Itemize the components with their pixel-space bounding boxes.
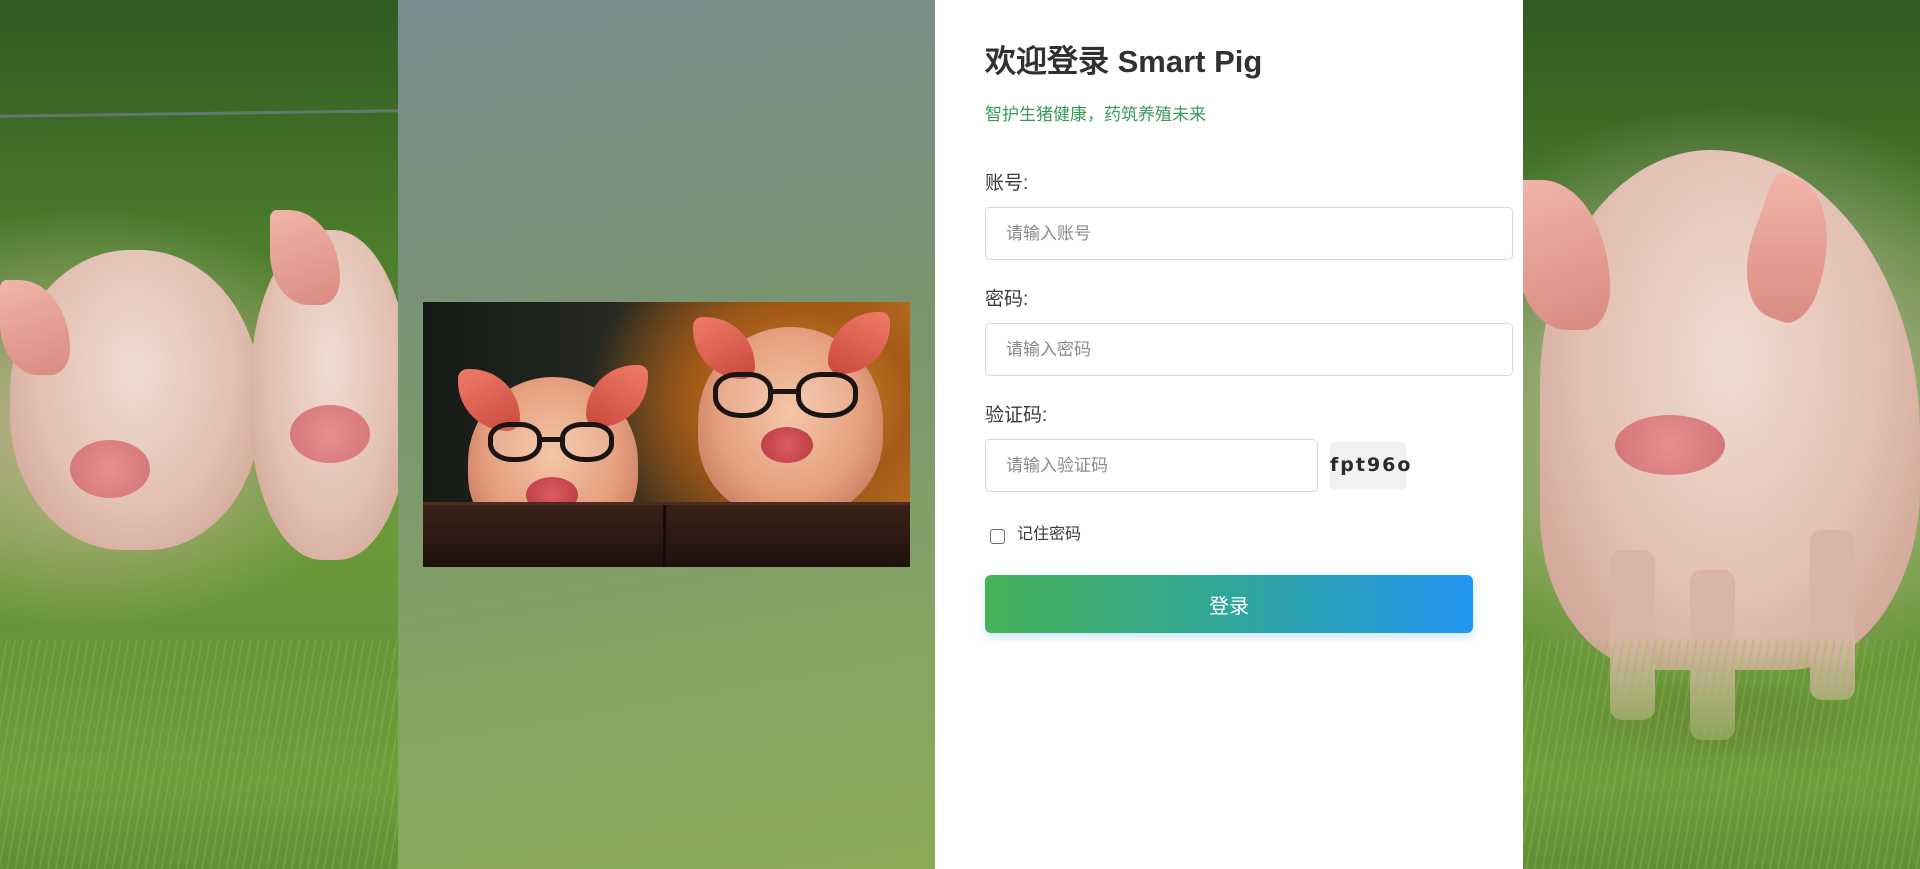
remember-password-checkbox[interactable] bbox=[990, 528, 1005, 544]
login-panel: 欢迎登录 Smart Pig 智护生猪健康，药筑养殖未来 账号: 密码: 验证码… bbox=[935, 0, 1523, 869]
glasses-icon bbox=[488, 422, 542, 462]
account-input[interactable] bbox=[985, 207, 1513, 260]
background-pig-left bbox=[0, 250, 260, 550]
wooden-fence bbox=[423, 502, 910, 567]
background-pig-left-2 bbox=[250, 210, 410, 560]
remember-password-label: 记住密码 bbox=[1017, 526, 1082, 543]
captcha-input[interactable] bbox=[985, 439, 1318, 492]
pigs-with-glasses-illustration bbox=[423, 302, 910, 567]
cartoon-pig-right bbox=[693, 312, 890, 517]
captcha-label: 验证码: bbox=[985, 405, 1048, 426]
login-button[interactable]: 登录 bbox=[985, 575, 1473, 633]
fence-wire bbox=[0, 109, 401, 118]
captcha-image[interactable]: fpt96o bbox=[1330, 442, 1410, 489]
slogan: 智护生猪健康，药筑养殖未来 bbox=[985, 105, 1206, 124]
background-pig-right bbox=[1515, 150, 1920, 740]
account-label: 账号: bbox=[985, 173, 1029, 194]
password-label: 密码: bbox=[985, 289, 1029, 310]
remember-password-option[interactable]: 记住密码 bbox=[990, 520, 1081, 544]
password-input[interactable] bbox=[985, 323, 1513, 376]
illustration-panel bbox=[398, 0, 935, 869]
page-title: 欢迎登录 Smart Pig bbox=[985, 44, 1263, 79]
login-form: 欢迎登录 Smart Pig 智护生猪健康，药筑养殖未来 账号: 密码: 验证码… bbox=[985, 42, 1513, 633]
